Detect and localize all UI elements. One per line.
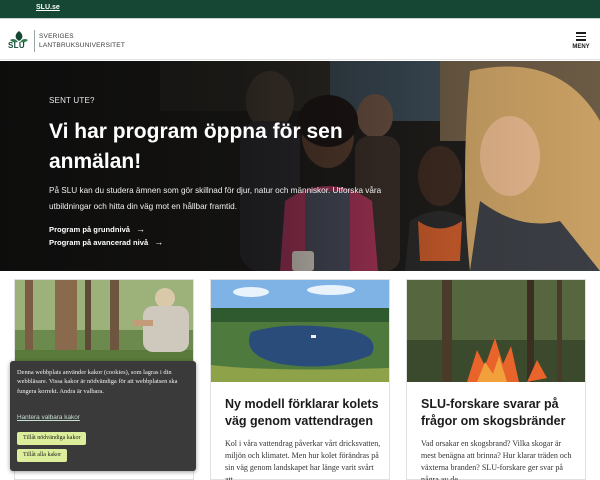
allow-necessary-cookies-button[interactable]: Tillåt nödvändiga kakor [17, 432, 87, 445]
lake-landscape-photo [211, 280, 389, 382]
card-3-title[interactable]: SLU-forskare svarar på frågor om skogsbr… [421, 396, 577, 430]
manage-cookies-link[interactable]: Hantera valbara kakor [17, 414, 80, 421]
hamburger-icon [576, 32, 586, 41]
hero-body: På SLU kan du studera ämnen som gör skil… [49, 186, 382, 211]
cookie-banner: Denna webbplats använder kakor (cookies)… [10, 361, 196, 471]
top-bar: SLU.se [0, 0, 600, 18]
card-2-body: Kol i våra vattendrag påverkar vårt dric… [225, 439, 381, 480]
slu-wordmark[interactable]: SLU [8, 41, 25, 50]
program-grundniva-link[interactable]: Program på grundnivå → [49, 224, 145, 234]
hero-banner: SENT UTE? Vi har program öppna för sen a… [0, 61, 600, 271]
slu-se-link[interactable]: SLU.se [36, 4, 60, 11]
program-avancerad-label: Program på avancerad nivå [49, 238, 149, 247]
arrow-right-icon: → [136, 224, 146, 234]
hero-title: Vi har program öppna för sen anmälan! [49, 120, 343, 173]
forest-fire-photo [407, 280, 585, 382]
logo-divider [34, 30, 35, 52]
site-header: SLU SVERIGES LANTBRUKSUNIVERSITET MENY [0, 19, 600, 60]
card-3-body: Vad orsakar en skogsbrand? Vilka skogar … [421, 439, 572, 480]
university-name-line2: LANTBRUKSUNIVERSITET [39, 42, 125, 49]
menu-label: MENY [572, 44, 590, 50]
news-card-3[interactable]: SLU-forskare svarar på frågor om skogsbr… [406, 279, 586, 480]
menu-button[interactable]: MENY [566, 30, 596, 56]
page: SLU.se SLU SVERIGES LANTBRUKSUNIVERSITET… [0, 0, 600, 480]
program-avancerad-link[interactable]: Program på avancerad nivå → [49, 237, 163, 247]
cookie-text: Denna webbplats använder kakor (cookies)… [17, 369, 178, 395]
allow-all-cookies-button[interactable]: Tillåt alla kakor [17, 449, 68, 462]
arrow-right-icon: → [154, 237, 164, 247]
university-name-line1: SVERIGES [39, 33, 74, 40]
news-card-2[interactable]: Ny modell förklarar kolets väg genom vat… [210, 279, 390, 480]
card-2-title[interactable]: Ny modell förklarar kolets väg genom vat… [225, 396, 381, 430]
hero-eyebrow: SENT UTE? [49, 96, 95, 105]
program-grundniva-label: Program på grundnivå [49, 225, 131, 234]
university-name[interactable]: SVERIGES LANTBRUKSUNIVERSITET [39, 32, 125, 50]
